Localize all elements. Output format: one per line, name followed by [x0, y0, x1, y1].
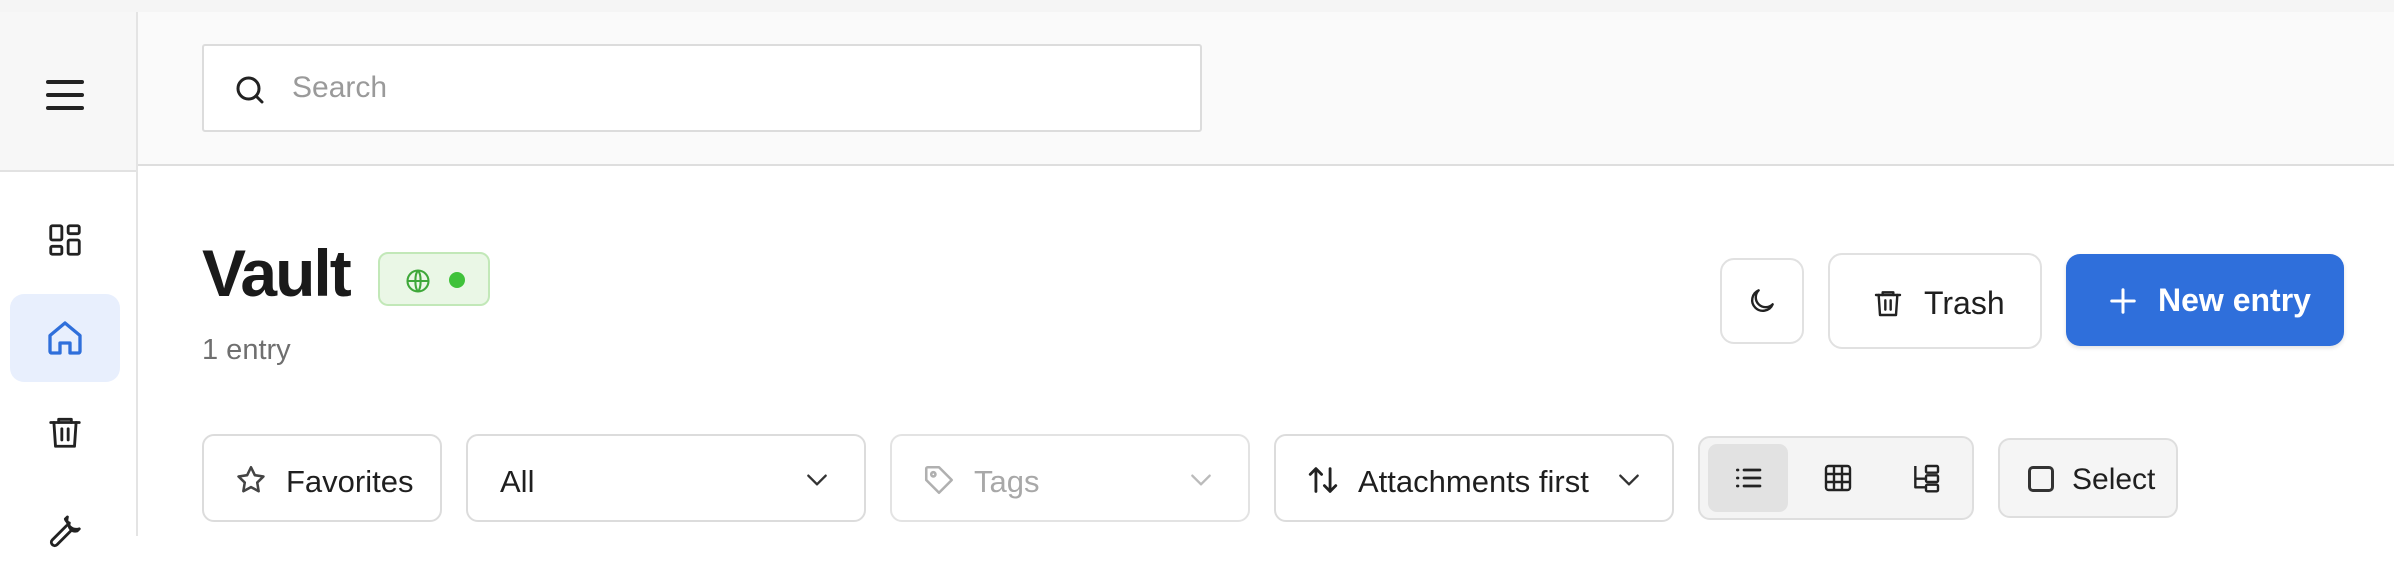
- chevron-down-icon: [1191, 474, 1211, 486]
- favorites-label: Favorites: [286, 464, 414, 499]
- select-mode-button[interactable]: Select: [1998, 438, 2178, 518]
- status-badge[interactable]: [378, 252, 490, 306]
- chevron-down-icon: [807, 474, 827, 486]
- list-icon: [1736, 468, 1762, 488]
- view-mode-toggle: [1698, 436, 1974, 520]
- tags-placeholder: Tags: [974, 464, 1040, 499]
- app-window: Vault 1 entry Trash New entry Favorites …: [0, 0, 2394, 548]
- checkbox-icon: [2028, 466, 2054, 492]
- theme-toggle-button[interactable]: [1720, 258, 1804, 344]
- grid-icon: [1824, 464, 1852, 492]
- wrench-icon: [49, 515, 81, 548]
- sidebar-item-tools[interactable]: [10, 488, 120, 576]
- list-view-button[interactable]: [1708, 444, 1788, 512]
- sidebar-header: [0, 12, 136, 172]
- page-title: Vault: [202, 236, 352, 310]
- moon-icon: [1751, 289, 1774, 312]
- trash-icon: [49, 417, 81, 448]
- trash-button[interactable]: Trash: [1828, 253, 2042, 349]
- search-icon: [236, 76, 264, 104]
- star-icon: [237, 465, 265, 493]
- tree-icon: [1914, 464, 1940, 493]
- hamburger-icon: [46, 106, 84, 110]
- sort-select[interactable]: Attachments first: [1274, 434, 1674, 522]
- new-entry-label: New entry: [2158, 282, 2311, 318]
- search-input[interactable]: [292, 62, 1172, 114]
- tag-icon: [924, 465, 954, 495]
- tree-view-button[interactable]: [1886, 444, 1966, 512]
- search-box: [202, 44, 1202, 132]
- home-icon: [48, 321, 82, 355]
- hamburger-icon: [46, 93, 84, 97]
- new-entry-button[interactable]: New entry: [2066, 254, 2344, 346]
- grid-view-button[interactable]: [1798, 444, 1878, 512]
- sidebar-item-home[interactable]: [10, 294, 120, 382]
- menu-toggle-button[interactable]: [46, 80, 84, 110]
- hamburger-icon: [46, 80, 84, 84]
- sidebar-item-trash[interactable]: [10, 388, 120, 476]
- sort-arrows-icon: [1308, 467, 1338, 493]
- top-strip: [0, 0, 2394, 12]
- tags-select[interactable]: Tags: [890, 434, 1250, 522]
- favorites-filter-button[interactable]: Favorites: [202, 434, 442, 522]
- dashboard-icon: [49, 224, 81, 256]
- globe-icon: [406, 269, 430, 293]
- entry-count: 1 entry: [202, 334, 291, 366]
- plus-icon: [2110, 288, 2136, 314]
- trash-icon: [1874, 291, 1902, 317]
- sidebar-item-dashboard[interactable]: [10, 196, 120, 284]
- trash-button-label: Trash: [1924, 285, 2005, 321]
- top-bar: [138, 12, 2394, 166]
- scope-selected-value: All: [500, 464, 535, 499]
- chevron-down-icon: [1619, 474, 1639, 486]
- sidebar: [0, 12, 138, 548]
- select-label: Select: [2072, 463, 2156, 496]
- status-dot: [449, 272, 465, 288]
- sort-selected-value: Attachments first: [1358, 464, 1589, 499]
- scope-select[interactable]: All: [466, 434, 866, 522]
